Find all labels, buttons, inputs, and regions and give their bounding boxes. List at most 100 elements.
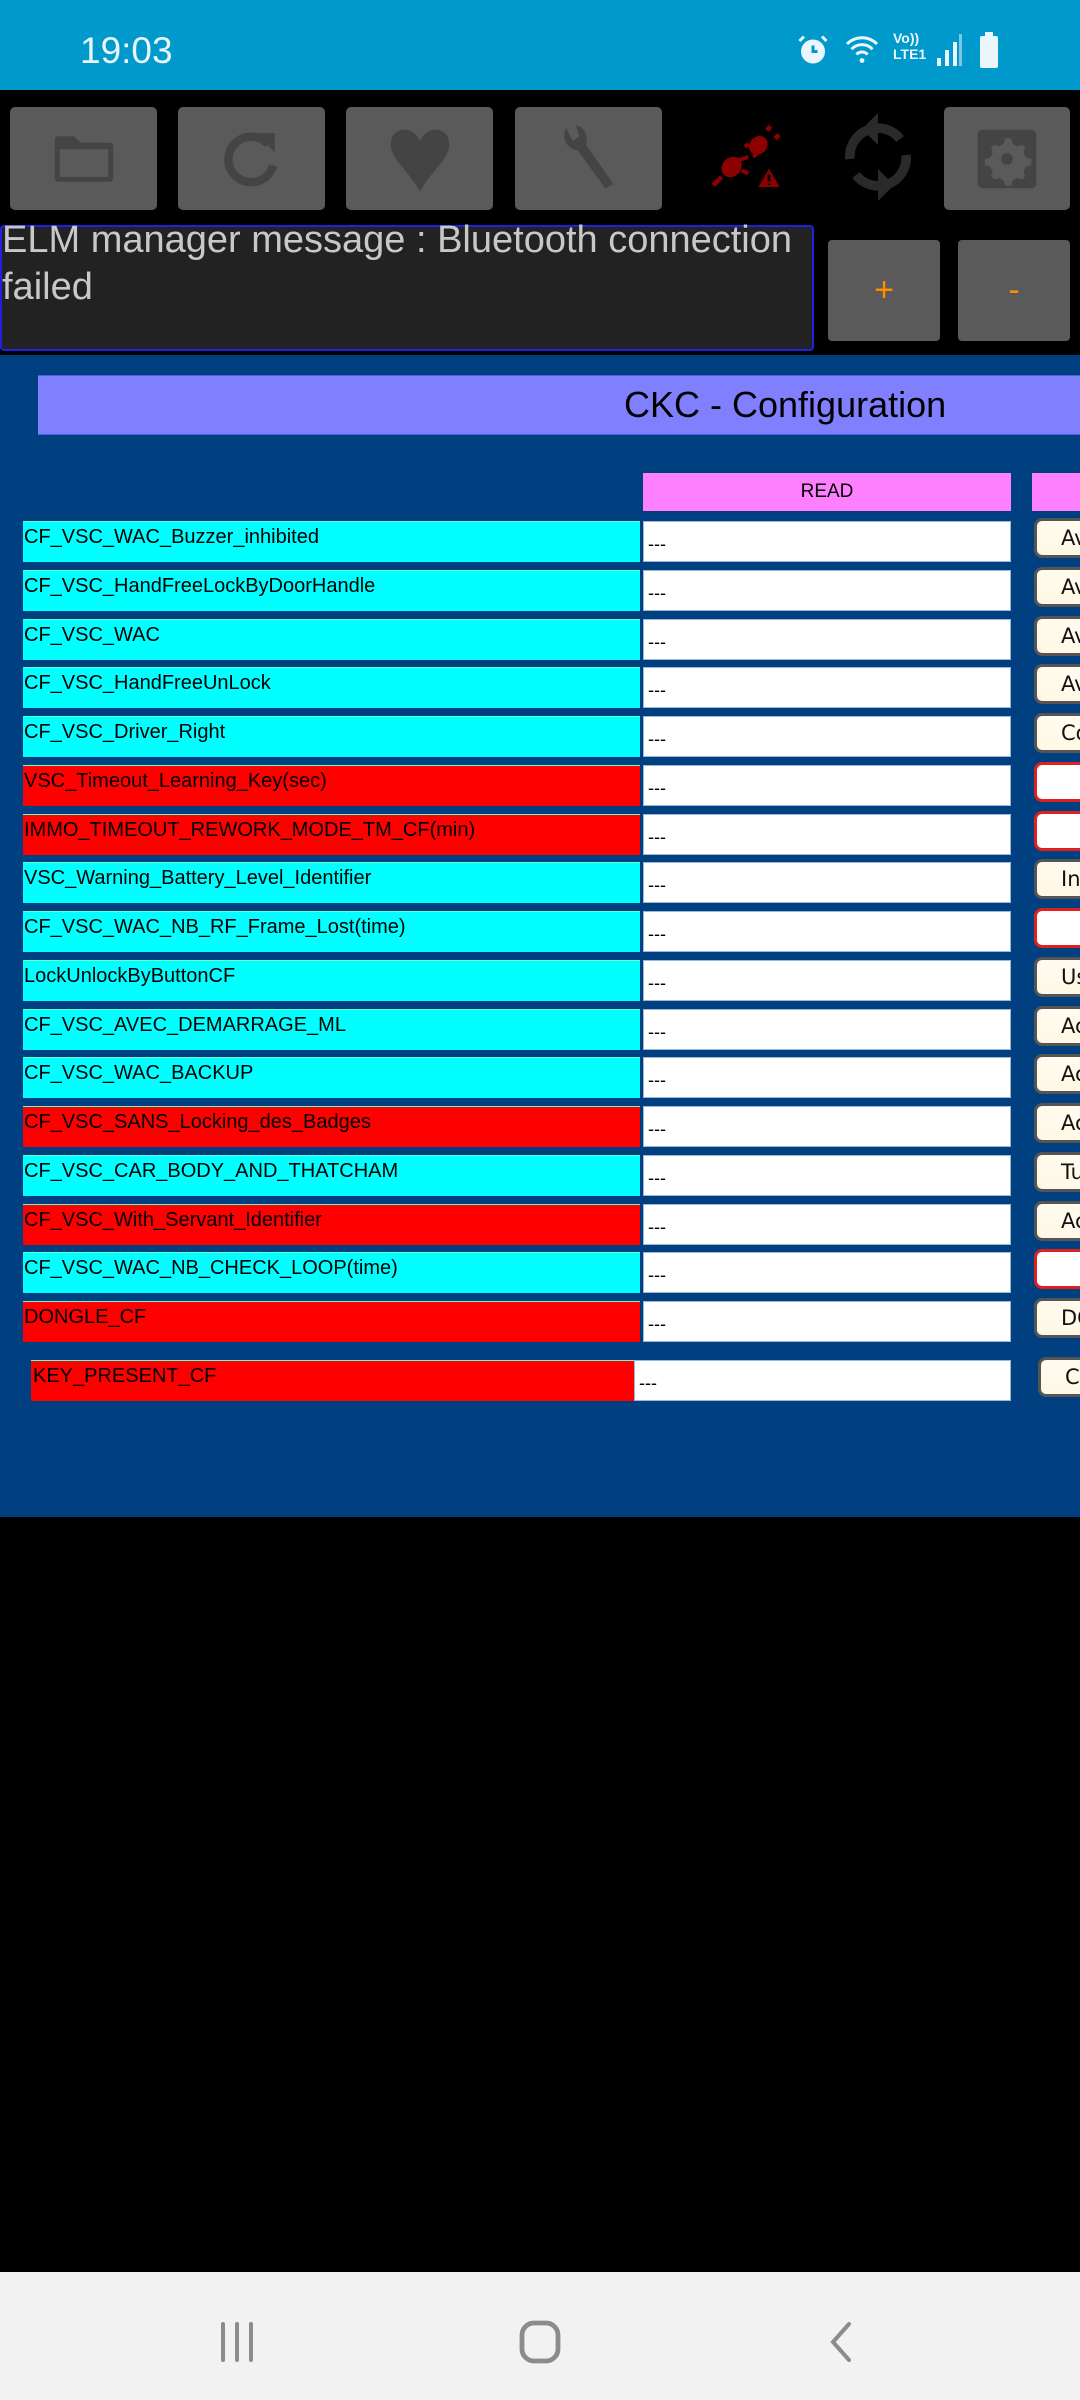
home-button[interactable] <box>500 2312 580 2372</box>
parameter-name: CF_VSC_Driver_Right <box>23 716 640 757</box>
write-value-select[interactable]: Ac <box>1034 1054 1080 1094</box>
signal-icon <box>935 32 963 72</box>
config-row: CF_VSC_HandFreeLockByDoorHandle--- Av <box>0 567 1080 611</box>
read-value-field[interactable]: --- <box>643 1204 1011 1245</box>
read-value-field[interactable]: --- <box>643 1009 1011 1050</box>
parameter-name: CF_VSC_WAC <box>23 619 640 660</box>
read-value-field[interactable]: --- <box>643 814 1011 855</box>
read-value-field[interactable]: --- <box>643 570 1011 611</box>
write-value-select[interactable]: Ac <box>1034 1006 1080 1046</box>
wrench-icon <box>563 124 613 188</box>
write-value-input[interactable] <box>1034 762 1080 802</box>
read-value-field[interactable]: --- <box>643 619 1011 660</box>
read-value-field[interactable]: --- <box>643 765 1011 806</box>
write-value-input[interactable] <box>1034 1249 1080 1289</box>
config-row: CF_VSC_WAC_NB_CHECK_LOOP(time) --- <box>0 1249 1080 1293</box>
back-button[interactable] <box>800 2312 880 2372</box>
read-value-field[interactable]: --- <box>643 960 1011 1001</box>
read-value-field[interactable]: --- <box>643 1155 1011 1196</box>
read-value-field[interactable]: --- <box>643 667 1011 708</box>
alarm-icon <box>795 32 831 72</box>
write-value-select[interactable]: Inh <box>1034 859 1080 899</box>
parameter-name: CF_VSC_With_Servant_Identifier <box>23 1204 640 1245</box>
write-value-input[interactable] <box>1034 811 1080 851</box>
lte-label: LTE1 <box>893 46 927 62</box>
recent-apps-button[interactable] <box>197 2312 277 2372</box>
back-icon <box>830 2322 851 2362</box>
parameter-name: CF_VSC_WAC_BACKUP <box>23 1057 640 1098</box>
parameter-name: VSC_Warning_Battery_Level_Identifier <box>23 862 640 903</box>
parameter-name: LockUnlockByButtonCF <box>23 960 640 1001</box>
write-value-select[interactable]: Av <box>1034 664 1080 704</box>
zoom-in-button[interactable]: + <box>828 240 940 341</box>
write-value-select[interactable]: Us <box>1034 957 1080 997</box>
read-value-field[interactable]: --- <box>643 1252 1011 1293</box>
parameter-name: CF_VSC_AVEC_DEMARRAGE_ML <box>23 1009 640 1050</box>
home-icon <box>519 2320 561 2364</box>
status-bar: 19:03 Vo)) LTE1 <box>0 0 1080 90</box>
favorites-button[interactable] <box>346 107 493 210</box>
config-row: LockUnlockByButtonCF--- Us <box>0 957 1080 1001</box>
configuration-panel: CKC - Configuration READ CF_VSC_WAC_Buzz… <box>0 355 1080 1517</box>
config-row: CF_VSC_AVEC_DEMARRAGE_ML--- Ac <box>0 1006 1080 1050</box>
config-row: CF_VSC_WAC_Buzzer_inhibited--- Av <box>0 518 1080 562</box>
write-value-input[interactable] <box>1034 908 1080 948</box>
column-header-write <box>1032 473 1080 511</box>
volte-label: Vo)) <box>893 30 920 46</box>
config-row: CF_VSC_WAC_BACKUP--- Ac <box>0 1054 1080 1098</box>
config-row: DONGLE_CF--- DO <box>0 1298 1080 1342</box>
parameter-name: CF_VSC_HandFreeUnLock <box>23 667 640 708</box>
config-row: KEY_PRESENT_CF--- Cl <box>0 1357 1080 1401</box>
config-row: VSC_Warning_Battery_Level_Identifier --- I… <box>0 859 1080 903</box>
page-title: CKC - Configuration <box>624 384 947 425</box>
recent-apps-icon <box>221 2322 253 2362</box>
read-value-field[interactable]: --- <box>643 911 1011 952</box>
config-row: CF_VSC_HandFreeUnLock--- Av <box>0 664 1080 708</box>
config-row: CF_VSC_WAC--- Av <box>0 616 1080 660</box>
parameter-name: CF_VSC_WAC_NB_CHECK_LOOP(time) <box>23 1252 640 1293</box>
parameter-name: CF_VSC_SANS_Locking_des_Badges <box>23 1106 640 1147</box>
write-value-select[interactable]: Ac <box>1034 1201 1080 1241</box>
zoom-out-button[interactable]: - <box>958 240 1070 341</box>
write-value-select[interactable]: Av <box>1034 616 1080 656</box>
write-value-select[interactable]: Ac <box>1034 1103 1080 1143</box>
parameter-name: KEY_PRESENT_CF <box>31 1360 634 1401</box>
tools-button[interactable] <box>515 107 662 210</box>
elm-manager-message: ELM manager message : Bluetooth connecti… <box>2 219 793 308</box>
write-value-select[interactable]: Cl <box>1038 1357 1080 1397</box>
read-value-field[interactable]: --- <box>643 1057 1011 1098</box>
read-value-field[interactable]: --- <box>643 716 1011 757</box>
column-header-read: READ <box>643 473 1011 511</box>
sync-button[interactable] <box>823 102 933 212</box>
parameter-name: VSC_Timeout_Learning_Key(sec) <box>23 765 640 806</box>
refresh-button[interactable] <box>178 107 325 210</box>
read-value-field[interactable]: --- <box>643 862 1011 903</box>
write-value-select[interactable]: Tu <box>1034 1152 1080 1192</box>
write-value-select[interactable]: Av <box>1034 518 1080 558</box>
parameter-name: CF_VSC_WAC_NB_RF_Frame_Lost(time) <box>23 911 640 952</box>
config-row: CF_VSC_CAR_BODY_AND_THATCHAM--- Tu <box>0 1152 1080 1196</box>
settings-icon <box>977 129 1037 188</box>
write-value-select[interactable]: Co <box>1034 713 1080 753</box>
open-file-button[interactable] <box>10 107 157 210</box>
read-value-field[interactable]: --- <box>634 1360 1011 1401</box>
status-time: 19:03 <box>80 30 173 71</box>
volte-lte-icon: Vo)) LTE1 <box>893 30 926 70</box>
disconnected-plug-icon <box>711 124 781 187</box>
battery-icon <box>978 32 1000 72</box>
connection-status-button[interactable] <box>690 102 800 212</box>
write-value-select[interactable]: DO <box>1034 1298 1080 1338</box>
config-row: CF_VSC_Driver_Right--- Co <box>0 713 1080 757</box>
navigation-bar <box>0 2272 1080 2400</box>
parameter-name: CF_VSC_WAC_Buzzer_inhibited <box>23 521 640 562</box>
config-row: CF_VSC_WAC_NB_RF_Frame_Lost(time) --- <box>0 908 1080 952</box>
settings-button[interactable] <box>944 107 1070 210</box>
toolbar <box>0 90 1080 225</box>
wifi-icon <box>842 32 882 72</box>
read-value-field[interactable]: --- <box>643 521 1011 562</box>
write-value-select[interactable]: Av <box>1034 567 1080 607</box>
message-box: ELM manager message : Bluetooth connecti… <box>0 219 814 351</box>
read-value-field[interactable]: --- <box>643 1301 1011 1342</box>
config-row: VSC_Timeout_Learning_Key(sec) --- <box>0 762 1080 806</box>
read-value-field[interactable]: --- <box>643 1106 1011 1147</box>
